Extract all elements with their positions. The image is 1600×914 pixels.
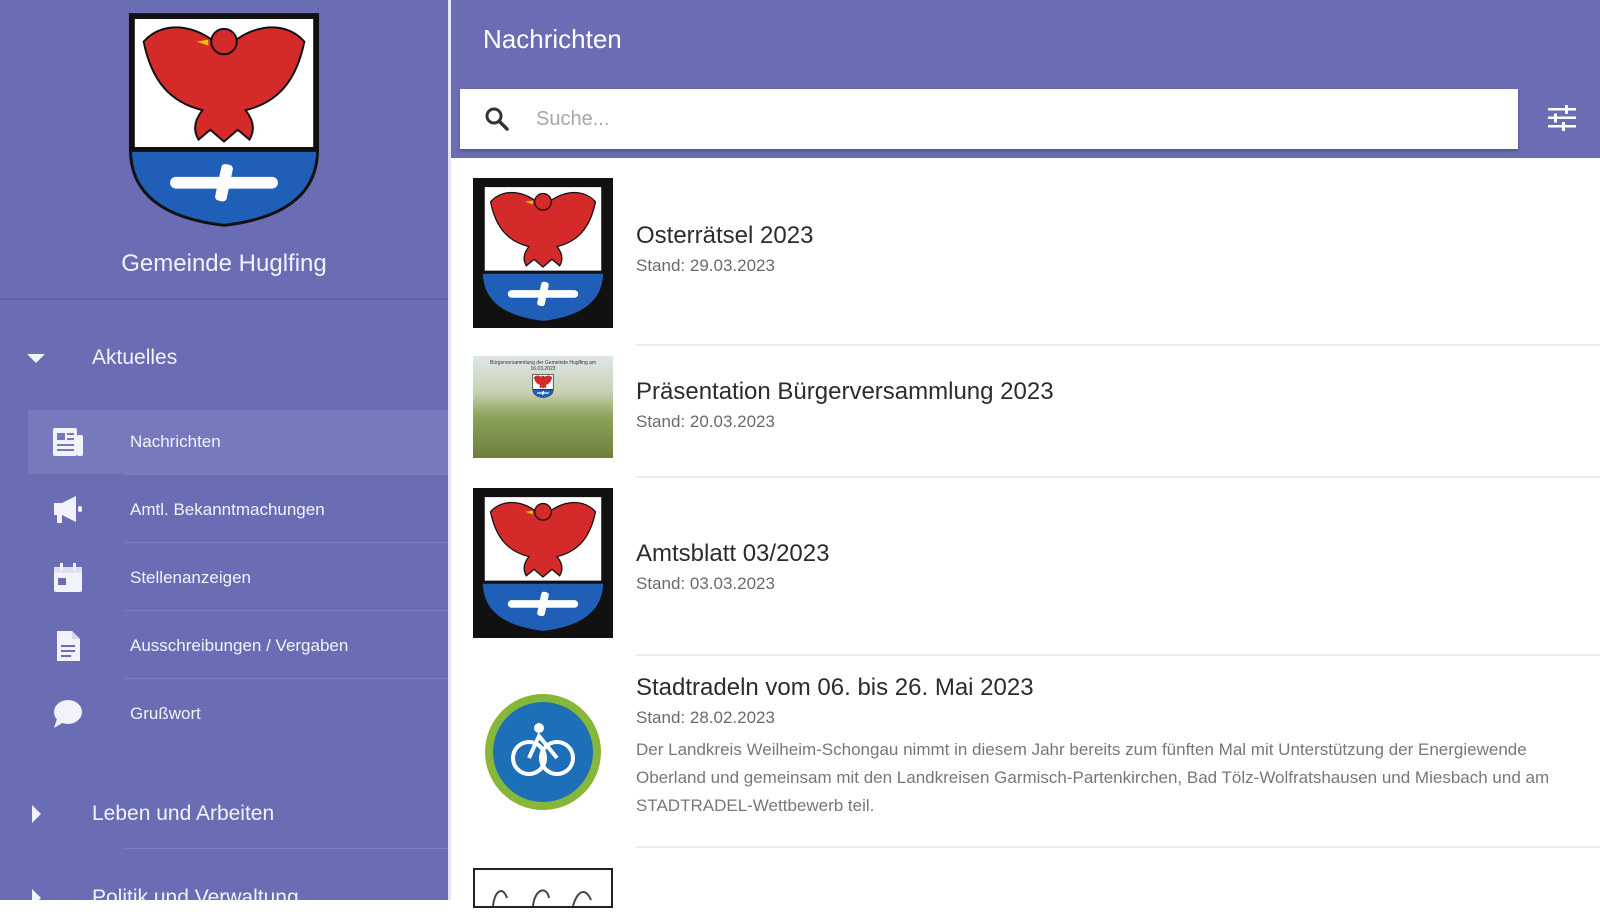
news-item[interactable]: Osterrätsel 2023 Stand: 29.03.2023 — [451, 176, 1600, 346]
news-item[interactable] — [451, 854, 1600, 914]
sidebar-item-label: Stellenanzeigen — [130, 568, 251, 587]
drawer-header: Gemeinde Huglfing — [0, 0, 448, 300]
filter-sliders-icon — [1547, 104, 1577, 136]
drawer-separator — [448, 0, 451, 900]
news-description: Der Landkreis Weilheim-Schongau nimmt in… — [636, 740, 1550, 815]
bicycle-logo-icon — [485, 694, 601, 810]
chat-bubble-icon — [48, 699, 88, 729]
news-title: Amtsblatt 03/2023 — [636, 540, 830, 567]
nav-group-politik-und-verwaltung[interactable]: Politik und Verwaltung — [0, 866, 448, 900]
sidebar-item-label: Amtl. Bekanntmachungen — [130, 500, 325, 519]
thumbnail-caption: Bürgerversammlung der Gemeinde Huglfing … — [489, 360, 597, 372]
sidebar-item-grusswort[interactable]: Grußwort — [28, 682, 448, 746]
news-item[interactable]: Bürgerversammlung der Gemeinde Huglfing … — [451, 348, 1600, 478]
nav-group-label: Leben und Arbeiten — [92, 802, 275, 825]
divider — [636, 654, 1600, 656]
calendar-icon — [48, 563, 88, 593]
news-title: Präsentation Bürgerversammlung 2023 — [636, 378, 1054, 405]
nav-group-label: Aktuelles — [92, 346, 178, 369]
sidebar-item-stellenanzeigen[interactable]: Stellenanzeigen — [28, 546, 448, 610]
news-title: Stadtradeln vom 06. bis 26. Mai 2023 — [636, 674, 1034, 701]
crest-icon — [532, 374, 554, 398]
megaphone-icon — [48, 495, 88, 525]
news-thumbnail-presentation: Bürgerversammlung der Gemeinde Huglfing … — [473, 356, 613, 458]
sidebar-item-ausschreibungen[interactable]: Ausschreibungen / Vergaben — [28, 614, 448, 678]
newspaper-icon — [48, 427, 88, 457]
nav-group-leben-und-arbeiten[interactable]: Leben und Arbeiten — [0, 782, 448, 846]
chevron-down-icon — [24, 353, 48, 363]
news-thumbnail-drawing — [473, 868, 613, 908]
sidebar-item-nachrichten[interactable]: Nachrichten — [28, 410, 448, 474]
news-item[interactable]: Stadtradeln vom 06. bis 26. Mai 2023 Sta… — [451, 660, 1600, 850]
navigation-drawer: Gemeinde Huglfing Aktuelles Nachrichten … — [0, 0, 448, 900]
sidebar-item-label: Ausschreibungen / Vergaben — [130, 636, 349, 655]
news-item[interactable]: Amtsblatt 03/2023 Stand: 03.03.2023 — [451, 484, 1600, 656]
divider — [125, 542, 448, 543]
divider — [125, 474, 448, 475]
sidebar-item-label: Grußwort — [130, 704, 201, 723]
divider — [125, 610, 448, 611]
divider — [636, 344, 1600, 346]
divider — [636, 846, 1600, 848]
sidebar-item-label: Nachrichten — [130, 432, 221, 451]
page-title: Nachrichten — [483, 24, 622, 54]
sidebar-item-amtl-bekanntmachungen[interactable]: Amtl. Bekanntmachungen — [28, 478, 448, 542]
search-bar[interactable] — [460, 89, 1518, 149]
chevron-right-icon — [24, 805, 48, 823]
nav-group-aktuelles[interactable]: Aktuelles — [0, 326, 448, 390]
divider — [636, 476, 1600, 478]
news-date: Stand: 28.02.2023 — [636, 708, 775, 727]
municipality-crest-logo — [126, 12, 322, 228]
divider — [125, 848, 448, 849]
municipality-name: Gemeinde Huglfing — [121, 250, 327, 277]
chevron-right-icon — [24, 889, 48, 900]
news-thumbnail-crest — [473, 178, 613, 328]
news-date: Stand: 29.03.2023 — [636, 256, 775, 275]
search-input[interactable] — [534, 106, 1438, 132]
document-icon — [48, 630, 88, 662]
filter-button[interactable] — [1542, 103, 1582, 137]
nav-group-label: Politik und Verwaltung — [92, 886, 299, 900]
news-thumbnail-crest — [473, 488, 613, 638]
news-title: Osterrätsel 2023 — [636, 222, 814, 249]
news-date: Stand: 20.03.2023 — [636, 412, 775, 431]
divider — [125, 678, 448, 679]
news-date: Stand: 03.03.2023 — [636, 574, 775, 593]
search-icon — [484, 106, 510, 132]
